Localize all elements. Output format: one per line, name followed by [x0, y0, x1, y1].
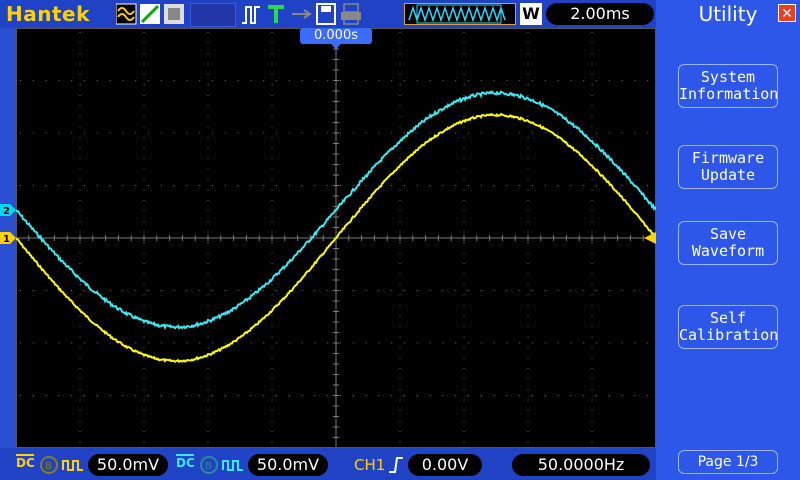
memory-waveform-bar — [404, 3, 516, 25]
memory-mode-badge: W — [520, 3, 542, 25]
button-label-line1: Self — [709, 309, 747, 327]
button-label-line2: Information — [679, 85, 779, 103]
button-label-line2: Calibration — [679, 326, 779, 344]
timebase-readout[interactable]: 2.00ms — [546, 3, 654, 25]
ch2-scale-readout[interactable]: 50.0mV — [248, 454, 328, 476]
ch1-coupling: DC — [16, 454, 35, 469]
ch1-probe-icon — [62, 460, 83, 471]
waveform-graticule — [15, 27, 657, 449]
ch2-bandwidth-limit-icon: B — [200, 456, 218, 474]
system-information-button[interactable]: System Information — [678, 64, 778, 108]
ch2-marker-label: 2 — [3, 206, 10, 216]
ch1-coupling-label: DC — [16, 456, 35, 470]
svg-text:B: B — [45, 461, 52, 472]
ch1-scale-readout[interactable]: 50.0mV — [88, 454, 168, 476]
brand-logo: Hantek — [6, 2, 90, 26]
button-label-line2: Update — [700, 166, 756, 184]
usb-icon — [292, 9, 312, 19]
ch1-marker-label: 1 — [3, 234, 10, 244]
top-status-bar: Hantek W 2.00ms — [0, 0, 656, 28]
printer-icon — [341, 3, 361, 25]
bottom-status-bar: DC B 50.0mV DC B 50.0mV CH1 0.00V 50.000… — [0, 448, 656, 480]
ch2-ground-marker[interactable]: 2 — [0, 204, 16, 216]
firmware-update-button[interactable]: Firmware Update — [678, 145, 778, 189]
ch2-coupling: DC — [176, 454, 195, 469]
close-icon[interactable]: ✕ — [778, 4, 796, 22]
self-calibration-button[interactable]: Self Calibration — [678, 305, 778, 349]
ch2-coupling-label: DC — [176, 456, 195, 470]
utility-menu: Utility ✕ System Information Firmware Up… — [656, 0, 800, 480]
save-waveform-button[interactable]: Save Waveform — [678, 221, 778, 265]
button-label-line1: System — [700, 68, 756, 86]
acquire-mode-icons — [116, 3, 184, 25]
button-label-line1: Save — [709, 225, 747, 243]
trigger-t-icon — [268, 5, 284, 23]
ch1-ground-marker[interactable]: 1 — [0, 232, 16, 244]
pulse-icon — [242, 6, 260, 24]
waveform-display — [15, 27, 657, 449]
status-box — [190, 3, 236, 27]
ch2-probe-icon — [222, 460, 243, 471]
trigger-level-readout[interactable]: 0.00V — [408, 454, 482, 476]
svg-text:B: B — [205, 461, 212, 472]
page-indicator-button[interactable]: Page 1/3 — [678, 450, 778, 474]
save-disk-icon — [316, 3, 336, 25]
button-label-line2: Waveform — [691, 242, 765, 260]
button-label-line1: Firmware — [691, 149, 765, 167]
ch1-bandwidth-limit-icon: B — [40, 456, 58, 474]
trigger-position-tag: 0.000s — [300, 28, 372, 44]
trigger-source[interactable]: CH1 — [354, 454, 385, 476]
frequency-readout: 50.0000Hz — [512, 454, 650, 476]
rising-edge-icon — [389, 457, 403, 473]
